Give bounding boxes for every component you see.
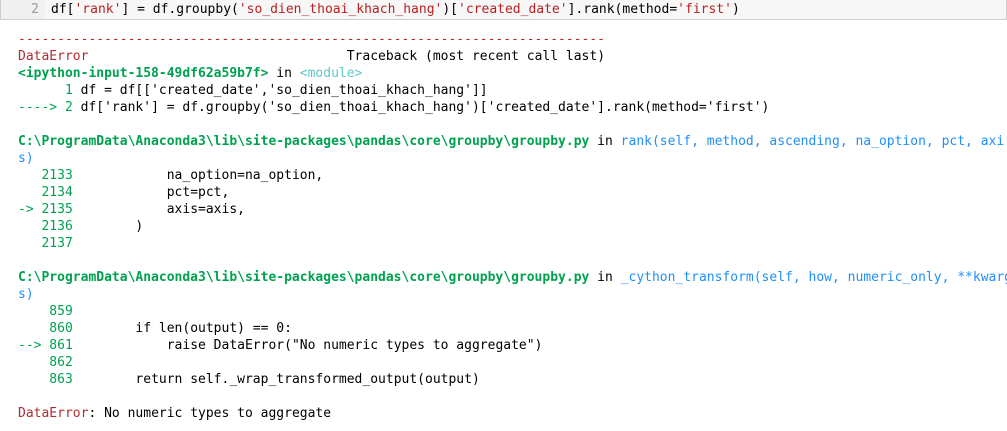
module-ref: <module>	[299, 66, 363, 81]
code-text: df[	[51, 2, 75, 17]
code-text: df['rank'] = df.groupby('so_dien_thoai_k…	[80, 100, 770, 115]
frame1-location: <ipython-input-158-49df62a59b7f> in <mod…	[18, 65, 1007, 82]
in-word: in	[589, 270, 621, 285]
code-text: na_option=na_option,	[80, 168, 324, 183]
line-no: 2137	[18, 236, 81, 251]
func-sig-wrap: s)	[18, 151, 34, 166]
arrow-line-no: ----> 2	[18, 100, 81, 115]
frame3-line-4: 863 return self._wrap_transformed_output…	[18, 371, 1007, 388]
frame2-location: C:\ProgramData\Anaconda3\lib\site-packag…	[18, 133, 1007, 150]
frame3-location: C:\ProgramData\Anaconda3\lib\site-packag…	[18, 269, 1007, 286]
func-sig: _cython_transform(self, how, numeric_onl…	[620, 270, 1007, 285]
code-text: raise DataError("No numeric types to agg…	[80, 338, 543, 353]
line-no: 863	[18, 372, 81, 387]
func-sig: rank(self, method, ascending, na_option,…	[620, 134, 1005, 149]
error-message: : No numeric types to aggregate	[88, 406, 332, 421]
traceback-label: Traceback (most recent call last)	[346, 49, 606, 64]
frame2-line-3: 2136 )	[18, 218, 1007, 235]
frame1-line2: ----> 2 df['rank'] = df.groupby('so_dien…	[18, 99, 1007, 116]
code-text: axis=axis,	[80, 202, 245, 217]
frame3-line-1: 860 if len(output) == 0:	[18, 320, 1007, 337]
code-text: return self._wrap_transformed_output(out…	[80, 372, 480, 387]
code-string: 'first'	[677, 2, 732, 17]
error-name: DataError	[18, 406, 89, 421]
frame3-line-3: 862	[18, 354, 1007, 371]
final-error: DataError: No numeric types to aggregate	[18, 405, 1007, 422]
frame2-line-2: -> 2135 axis=axis,	[18, 201, 1007, 218]
arrow-line-no: --> 861	[18, 338, 81, 353]
frame2-line-4: 2137	[18, 235, 1007, 252]
code-cell[interactable]: 2 df['rank'] = df.groupby('so_dien_thoai…	[0, 0, 1007, 20]
line-no: 2133	[18, 168, 81, 183]
file-path: C:\ProgramData\Anaconda3\lib\site-packag…	[18, 134, 590, 149]
in-word: in	[589, 134, 621, 149]
line-no: 2134	[18, 185, 81, 200]
frame3-line-0: 859	[18, 303, 1007, 320]
code-line[interactable]: df['rank'] = df.groupby('so_dien_thoai_k…	[51, 0, 740, 19]
code-text: if len(output) == 0:	[80, 321, 292, 336]
traceback-output: ----------------------------------------…	[18, 31, 1007, 422]
code-text: )	[731, 2, 740, 17]
line-number: 2	[1, 0, 45, 19]
code-text: )[	[442, 2, 459, 17]
line-no: 859	[18, 304, 81, 319]
frame1-line1: 1 df = df[['created_date','so_dien_thoai…	[18, 82, 1007, 99]
code-text: )	[80, 219, 144, 234]
frame2-line-0: 2133 na_option=na_option,	[18, 167, 1007, 184]
arrow-line-no: -> 2135	[18, 202, 81, 217]
line-no: 860	[18, 321, 81, 336]
code-text: pct=pct,	[80, 185, 230, 200]
separator-line: ----------------------------------------…	[18, 32, 605, 47]
code-string: 'created_date'	[458, 2, 568, 17]
code-string: 'so_dien_thoai_khach_hang'	[238, 2, 443, 17]
code-text: ] = df.groupby(	[121, 2, 239, 17]
input-ref: <ipython-input-158-49df62a59b7f>	[18, 66, 269, 81]
in-word: in	[268, 66, 300, 81]
line-no: 1	[18, 83, 81, 98]
code-text: ].rank(method=	[567, 2, 678, 17]
line-no: 2136	[18, 219, 81, 234]
file-path: C:\ProgramData\Anaconda3\lib\site-packag…	[18, 270, 590, 285]
frame3-line-2: --> 861 raise DataError("No numeric type…	[18, 337, 1007, 354]
error-name: DataError	[18, 49, 89, 64]
header-gap	[88, 49, 346, 64]
traceback-header: DataError Traceback (most recent call la…	[18, 48, 1007, 65]
code-string: 'rank'	[74, 2, 122, 17]
frame2-line-1: 2134 pct=pct,	[18, 184, 1007, 201]
code-text: df = df[['created_date','so_dien_thoai_k…	[80, 83, 488, 98]
line-no: 862	[18, 355, 81, 370]
func-sig-wrap: s)	[18, 287, 34, 302]
